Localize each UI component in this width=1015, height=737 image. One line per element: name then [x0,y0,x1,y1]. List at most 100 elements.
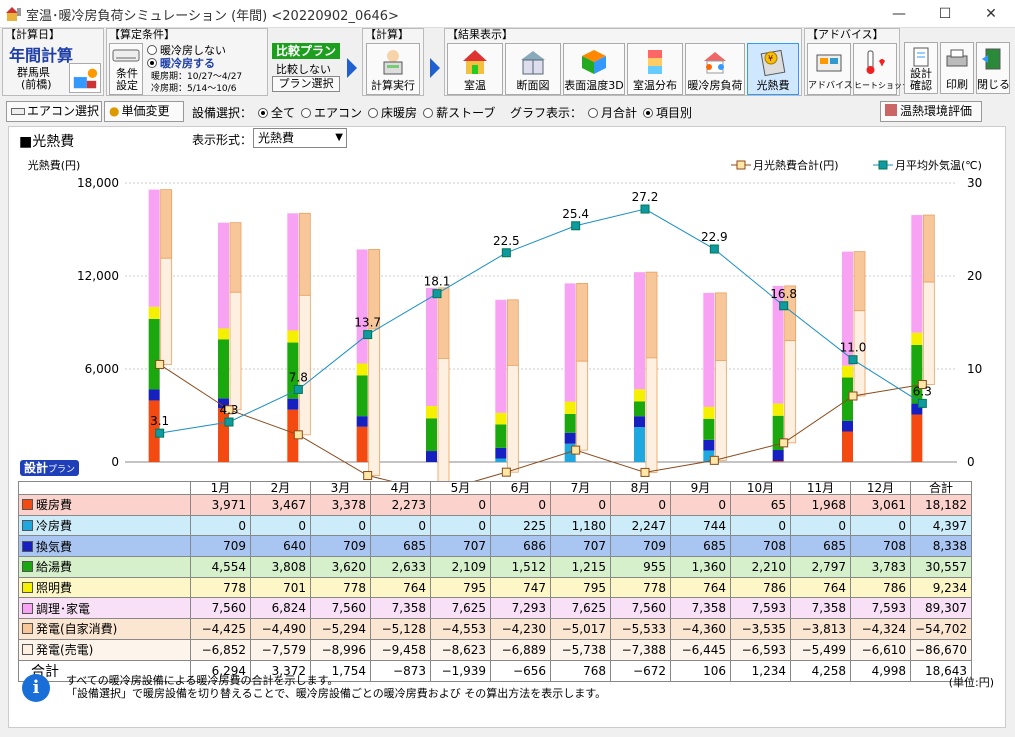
calc-group: 【計算】 計算実行 [362,28,424,96]
total-cost-point [709,455,719,465]
run-calc-button[interactable]: 計算実行 [366,43,420,95]
table-cell: −4,360 [670,618,731,640]
table-cell: 707 [430,535,491,558]
heat-shock-button[interactable]: ヒートショック [853,43,910,95]
close-button[interactable]: 閉じる [976,42,1010,94]
aircon-select-button[interactable]: エアコン選択 [6,101,102,122]
table-cell: 0 [430,514,491,537]
table-cell: 7,560 [190,597,251,620]
table-cell: 747 [490,576,551,599]
table-cell: 778 [610,576,671,599]
y-tick-left: 18,000 [77,176,119,190]
format-select[interactable]: 光熱費 ▼ [253,128,347,148]
table-row: 発電(売電) −6,852 −7,579 −8,996 −9,458 −8,623 −6,8… [18,638,973,661]
bar-segment [287,213,299,331]
print-button[interactable]: 印刷 [940,42,974,94]
design-plan-badge: 設計プラン [20,460,80,476]
row-label: 暖房費 [18,494,191,516]
result-section-button[interactable]: 断面図 [505,43,561,95]
compare-group: 比較プラン 比較しない プラン選択 [270,28,342,96]
row-label: 発電(売電) [18,638,191,661]
result-surface-temp-3d-button[interactable]: 表面温度3D [563,43,625,95]
calc-day-group: 【計算日】 年間計算 群馬県 (前橋) [2,28,104,96]
y-tick-left: 0 [111,455,119,469]
table-row: 調理･家電 7,560 6,824 7,560 7,358 7,625 7,293 7,625… [18,597,973,620]
bar-segment-generation [298,294,311,436]
result-room-temp-button[interactable]: 室温 [447,43,503,95]
table-cell: −4,324 [850,618,911,640]
y-tick-left: 6,000 [85,362,119,376]
y-tick-right: 10 [967,362,982,376]
row-label: 冷房費 [18,514,191,537]
result-temp-distribution-button[interactable]: 室温分布 [627,43,683,95]
plan-select-button[interactable]: プラン選択 [272,76,340,92]
table-cell: 764 [790,576,851,599]
table-cell: 0 [730,514,791,537]
table-cell: −5,533 [610,618,671,640]
unit-price-button[interactable]: ● 単価変更 [104,101,184,122]
thermal-eval-button[interactable]: 温熱環境評価 [880,101,982,122]
calendar-icon[interactable] [69,63,101,93]
table-cell: 3,620 [310,556,371,578]
temperature-point [917,398,927,408]
temperature-label: 6.3 [913,384,932,398]
result-button-label: 表面温度3D [564,79,624,92]
advice-button[interactable]: アドバイス [807,43,853,95]
bar-segment [634,416,645,428]
table-cell: 3,378 [310,494,371,516]
bar-segment-generation [506,364,519,473]
result-energy-cost-button[interactable]: ¥ 光熱費 [747,43,799,95]
temperature-label: 22.9 [701,230,728,244]
compare-plan-button[interactable]: 比較プラン [272,43,340,59]
graph-radio-item[interactable] [643,108,654,118]
table-cell: 1,215 [550,556,611,578]
equip-radio-floor[interactable] [368,108,379,118]
info-line-2: 「設備選択」で暖房設備を切り替えることで、暖冷房設備ごとの暖冷房費および その算… [66,687,607,700]
bar-segment [218,222,229,329]
legend-swatch [22,540,33,552]
temperature-label: 7.8 [289,370,308,384]
no-compare-label[interactable]: 比較しない [276,61,331,77]
temperature-label: 4.3 [219,403,238,417]
bar-segment-generation [576,283,589,362]
cost-chart: 光熱費(円) 0 6,000 12,000 18,000 0 10 20 30 3.1 4.3 7… [28,158,982,494]
equip-radio-stove[interactable] [423,108,434,118]
temperature-point [501,248,511,258]
maximize-button[interactable]: ☐ [922,0,968,28]
bar-segment-generation [645,271,658,359]
temperature-point [640,204,650,214]
group-title: 【アドバイス】 [807,28,884,41]
temperature-line [159,208,923,434]
bar-segment [148,306,160,319]
print-label: 印刷 [946,78,968,91]
table-cell: 744 [670,514,731,537]
table-cell: 7,593 [850,597,911,620]
legend-swatch [22,561,33,573]
table-cell: 1,180 [550,514,611,537]
info-icon: i [22,674,50,702]
bar-segment [911,332,923,345]
cost-table: 1月 2月 3月 4月 5月 6月 7月 8月 9月 10月 11月 12月 合計 暖房費 3,971 3,… [18,481,973,682]
bar-segment [218,328,229,340]
row-label: 換気費 [18,535,191,558]
design-check-button[interactable]: 設計確認 [904,42,938,94]
table-cell: 2,797 [790,556,851,578]
table-cell: 2,210 [730,556,791,578]
bar-segment [287,330,299,343]
design-check-label: 設計確認 [910,67,932,92]
result-button-label: 断面図 [516,79,550,92]
table-cell: 4,397 [909,514,973,537]
condition-settings-button[interactable]: 条件設定 [109,43,143,95]
close-window-button[interactable]: ✕ [968,0,1014,28]
result-hvac-load-button[interactable]: 暖冷房負荷 [685,43,745,95]
temperature-label: 18.1 [424,275,451,289]
temperature-point [224,417,234,427]
design-badge-text: 設計 [24,461,49,475]
bar-segment [426,406,437,419]
temperature-point [571,221,581,231]
equip-radio-aircon[interactable] [301,108,312,118]
minimize-button[interactable]: — [876,0,922,28]
equip-radio-all[interactable] [258,108,269,118]
table-cell: 708 [730,535,791,558]
graph-radio-monthly[interactable] [588,108,599,118]
